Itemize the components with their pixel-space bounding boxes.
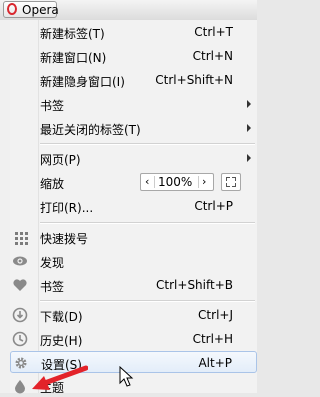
clock-icon: [12, 331, 28, 347]
menu-item-shortcut: Ctrl+Shift+B: [156, 278, 233, 292]
speed-dial-grid-icon: [12, 229, 28, 245]
menu-item-label: 书签: [40, 280, 65, 294]
menu-item-discover[interactable]: 发现: [10, 250, 257, 272]
menu-item-history[interactable]: 历史(H) Ctrl+H: [10, 328, 257, 350]
menu-item-label: 网页(P): [40, 153, 81, 167]
menu-item-label: 历史(H): [40, 334, 83, 348]
menu-item-label: 发现: [40, 256, 65, 270]
menu-item-shortcut: Ctrl+N: [192, 49, 233, 63]
menu-item-shortcut: Alt+P: [198, 356, 232, 370]
menu-item-label: 快速拨号: [40, 232, 89, 246]
menu-item-shortcut: Ctrl+T: [194, 25, 233, 39]
menu-item-label: 新建窗口(N): [40, 51, 107, 65]
download-icon: [12, 307, 28, 323]
menu-item-label: 缩放: [40, 177, 65, 191]
menu-item-label: 书签: [40, 99, 65, 113]
menu-item-shortcut: Ctrl+P: [194, 199, 233, 213]
menu-item-speed-dial[interactable]: 快速拨号: [10, 226, 257, 248]
submenu-arrow-icon: [247, 124, 251, 132]
menu-item-bookmarks[interactable]: 书签 Ctrl+Shift+B: [10, 274, 257, 296]
submenu-arrow-icon: [247, 100, 251, 108]
heart-icon: [12, 277, 28, 293]
menu-item-shortcut: Ctrl+J: [198, 308, 233, 322]
menu-item-new-window[interactable]: 新建窗口(N) Ctrl+N: [10, 45, 257, 67]
menu-item-print[interactable]: 打印(R)... Ctrl+P: [10, 195, 257, 217]
menu-item-label: 打印(R)...: [40, 201, 94, 215]
menu-item-page[interactable]: 网页(P): [10, 147, 257, 169]
menu-item-bookmarks-submenu[interactable]: 书签: [10, 93, 257, 115]
menu-item-shortcut: Ctrl+Shift+N: [155, 73, 233, 87]
opera-menu-label: Opera: [22, 3, 59, 17]
fullscreen-button[interactable]: [221, 173, 241, 191]
menu-item-zoom: 缩放 ‹ 100% ›: [10, 171, 257, 193]
menu-item-label: 新建标签(T): [40, 27, 105, 41]
menu-item-label: 新建隐身窗口(I): [40, 75, 125, 89]
menu-separator: [40, 143, 255, 145]
zoom-level-value: 100%: [158, 175, 193, 189]
zoom-control: ‹ 100% ›: [140, 173, 214, 191]
eye-icon: [12, 253, 28, 269]
menu-item-label: 下载(D): [40, 310, 83, 324]
drop-icon: [12, 378, 28, 394]
opera-logo-icon: [7, 3, 17, 15]
menu-separator: [40, 300, 255, 302]
opera-menu-button[interactable]: Opera: [3, 1, 59, 18]
red-annotation-arrow-icon: [32, 365, 88, 390]
submenu-arrow-icon: [247, 154, 251, 162]
menu-item-downloads[interactable]: 下载(D) Ctrl+J: [10, 304, 257, 326]
browser-titlebar: Opera: [0, 0, 257, 21]
menu-item-shortcut: Ctrl+H: [192, 332, 233, 346]
zoom-in-button[interactable]: ›: [202, 175, 206, 188]
menu-item-label: 最近关闭的标签(T): [40, 123, 141, 137]
opera-main-menu: 新建标签(T) Ctrl+T 新建窗口(N) Ctrl+N 新建隐身窗口(I) …: [10, 20, 257, 395]
zoom-out-button[interactable]: ‹: [145, 175, 149, 188]
menu-item-new-private-window[interactable]: 新建隐身窗口(I) Ctrl+Shift+N: [10, 69, 257, 91]
menu-separator: [40, 222, 255, 224]
menu-item-recently-closed[interactable]: 最近关闭的标签(T): [10, 117, 257, 139]
mouse-cursor-icon: [119, 366, 134, 387]
menu-item-new-tab[interactable]: 新建标签(T) Ctrl+T: [10, 21, 257, 43]
gear-icon: [13, 355, 29, 371]
